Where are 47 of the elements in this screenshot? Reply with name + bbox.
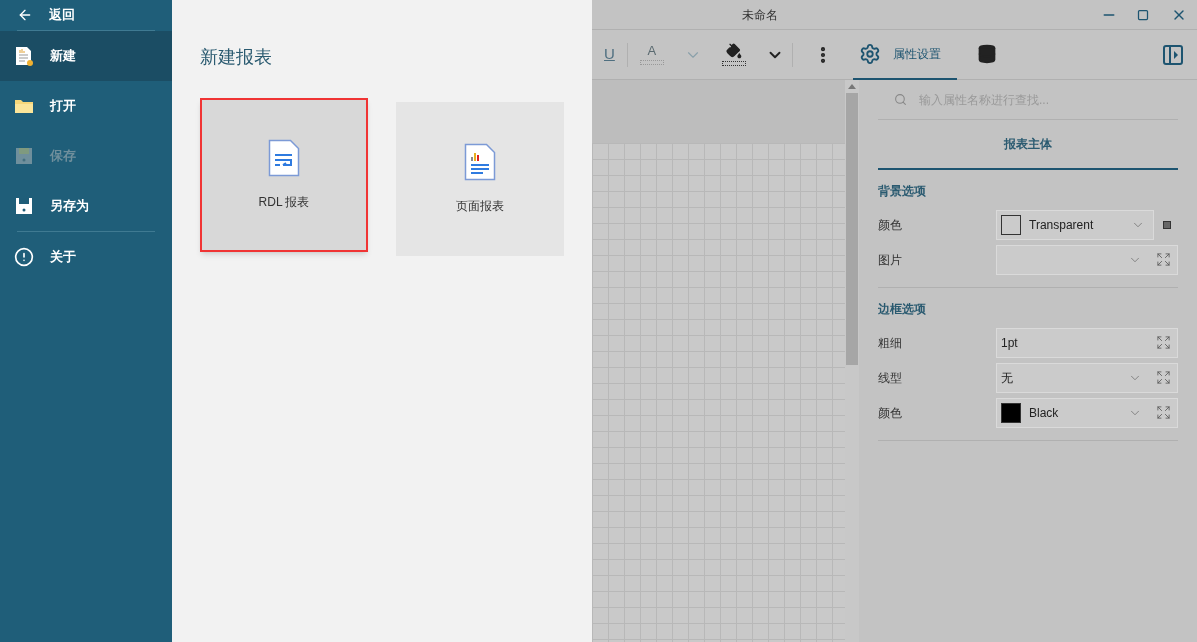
property-field[interactable]: [996, 244, 1178, 275]
panel-toggle-icon[interactable]: [1163, 44, 1183, 65]
search-icon: [894, 93, 907, 106]
property-label: 线型: [878, 369, 903, 387]
property-field[interactable]: Black: [996, 397, 1178, 428]
expand-icon[interactable]: [1156, 370, 1171, 385]
property-label: 粗细: [878, 334, 903, 352]
expand-icon[interactable]: [1156, 252, 1171, 267]
menu-item[interactable]: 打开: [0, 81, 172, 131]
back-arrow-icon: [17, 7, 33, 23]
scroll-up-icon[interactable]: [848, 84, 856, 89]
settings-icon: [858, 42, 881, 65]
field-value: 无: [1001, 369, 1014, 387]
scrollbar[interactable]: [845, 80, 859, 642]
field-value: Black: [1029, 404, 1060, 422]
window-title: 未命名: [742, 6, 778, 24]
field-value: Transparent: [1029, 216, 1095, 234]
back-button[interactable]: 返回: [0, 0, 172, 30]
panel-tab[interactable]: 属性设置: [852, 29, 957, 80]
info-icon: [14, 247, 34, 267]
new-document-icon: [15, 46, 33, 66]
folder-icon: [14, 98, 34, 114]
color-swatch: [1001, 214, 1021, 235]
property-field[interactable]: Transparent: [996, 209, 1154, 240]
menu-item[interactable]: 关于: [0, 232, 172, 282]
menu-item[interactable]: 新建: [0, 31, 172, 81]
property-field[interactable]: 1pt: [996, 327, 1178, 358]
panel-title: 新建报表: [200, 46, 273, 69]
report-type-card[interactable]: RDL 报表: [200, 98, 368, 252]
property-label: 图片: [878, 251, 903, 269]
section-heading: 边框选项: [878, 301, 927, 318]
paint-bucket-icon: [725, 43, 742, 59]
section-heading: 背景选项: [878, 183, 927, 200]
menu-item[interactable]: 另存为: [0, 181, 172, 231]
report-file-icon: [268, 139, 300, 177]
section-tab[interactable]: 报表主体: [878, 120, 1178, 170]
color-square-icon[interactable]: [1163, 220, 1171, 229]
chart-document-icon: [464, 143, 496, 181]
maximize-icon[interactable]: [1137, 8, 1149, 21]
property-field[interactable]: 无: [996, 362, 1178, 393]
report-type-card[interactable]: 页面报表: [396, 102, 564, 256]
property-label: 颜色: [878, 216, 903, 234]
property-label: 颜色: [878, 404, 903, 422]
database-icon: [976, 43, 997, 64]
field-value: 1pt: [1001, 334, 1019, 352]
expand-icon[interactable]: [1156, 335, 1171, 350]
expand-icon[interactable]: [1156, 405, 1171, 420]
